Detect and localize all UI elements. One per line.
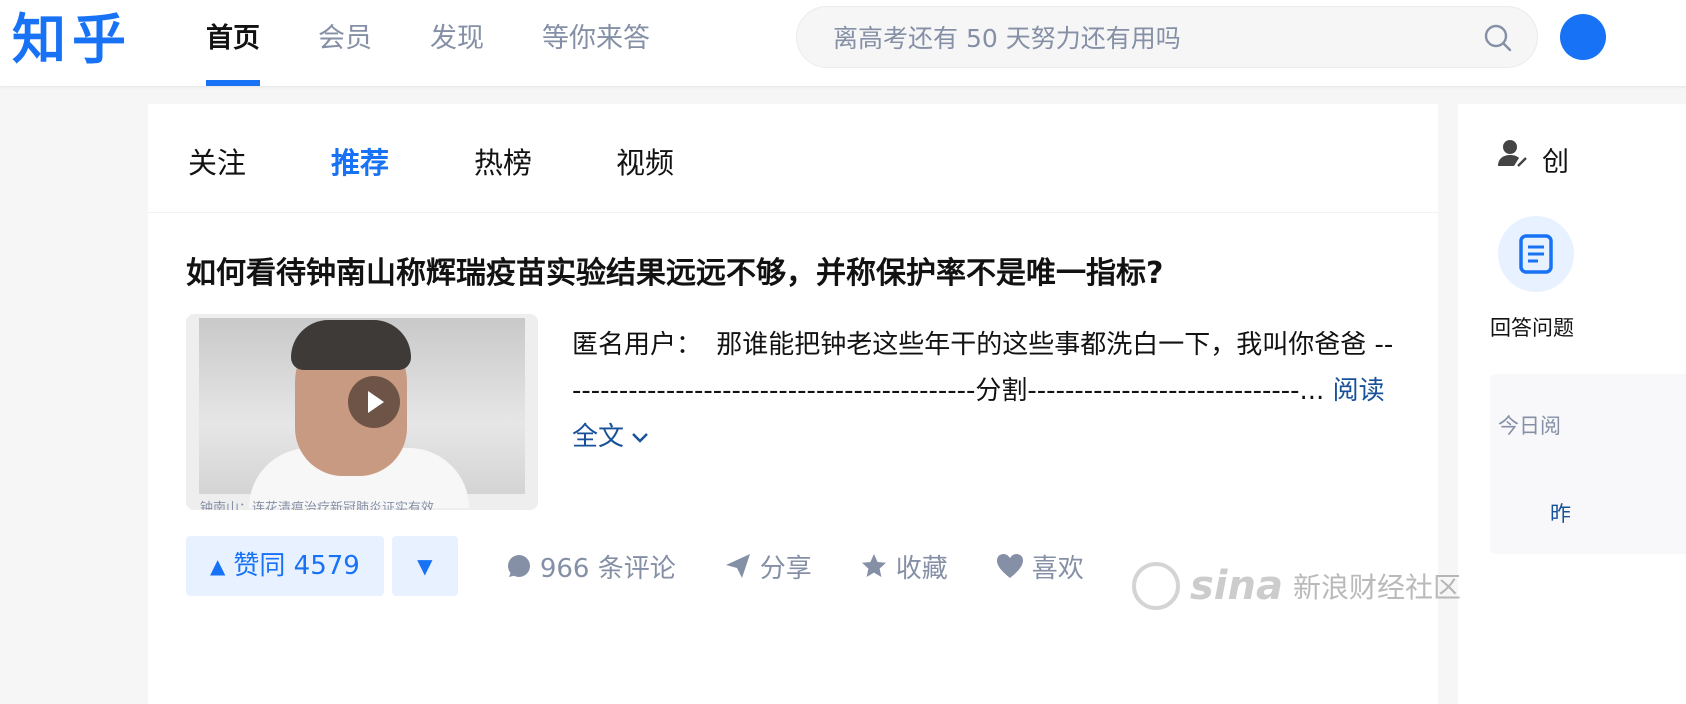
comments-button[interactable]: 966 条评论 [506, 548, 676, 585]
like-button[interactable]: 喜欢 [996, 548, 1084, 585]
share-icon [725, 554, 750, 578]
triangle-up-icon: ▲ [210, 554, 226, 578]
answer-excerpt[interactable]: 匿名用户： 那谁能把钟老这些年干的这些事都洗白一下，我叫你爸爸 --------… [572, 322, 1402, 460]
question-title[interactable]: 如何看待钟南山称辉瑞疫苗实验结果远远不够，并称保护率不是唯一指标? [186, 248, 1163, 292]
thumbnail-caption: 钟南山：连花清瘟治疗新冠肺炎证实有效 [200, 501, 435, 510]
tab-following[interactable]: 关注 [188, 140, 246, 182]
answer-question-label[interactable]: 回答问题 [1490, 312, 1574, 342]
vote-up-label: 赞同 4579 [233, 551, 360, 581]
chevron-down-icon [632, 432, 648, 443]
vote-up-button[interactable]: ▲ 赞同 4579 [186, 536, 384, 596]
like-label: 喜欢 [1031, 553, 1084, 584]
favorite-label: 收藏 [895, 553, 948, 584]
search-box [796, 6, 1538, 69]
answer-question-button[interactable] [1498, 216, 1574, 292]
tab-hot-list[interactable]: 热榜 [474, 140, 532, 182]
reading-stats-panel [1490, 374, 1686, 554]
document-icon [1519, 234, 1553, 274]
triangle-down-icon: ▼ [417, 554, 433, 578]
star-icon [861, 554, 886, 577]
eye-logo-icon [1132, 562, 1180, 610]
comment-icon [507, 555, 530, 577]
video-thumbnail[interactable]: 钟南山：连花清瘟治疗新冠肺炎证实有效 [186, 314, 538, 510]
sina-watermark: sina 新浪财经社区 [1132, 556, 1461, 616]
nav-discover[interactable]: 发现 [430, 0, 484, 86]
search-icon[interactable] [1483, 23, 1513, 53]
tab-video[interactable]: 视频 [616, 140, 674, 182]
feed-tabs: 关注 推荐 热榜 视频 [148, 104, 1438, 213]
zhihu-logo[interactable]: 知乎 [12, 4, 132, 76]
answer-author: 匿名用户： [572, 330, 703, 360]
top-header: 知乎 首页 会员 发现 等你来答 [0, 0, 1686, 86]
comments-label: 966 条评论 [539, 553, 676, 584]
creator-center-title[interactable]: 创 [1542, 140, 1569, 179]
user-edit-icon [1498, 140, 1527, 167]
main-nav: 首页 会员 发现 等你来答 [206, 0, 708, 86]
sina-logo: sina [1190, 563, 1283, 609]
nav-home[interactable]: 首页 [206, 0, 260, 86]
tab-recommend[interactable]: 推荐 [331, 140, 389, 182]
search-input[interactable] [831, 7, 1465, 69]
nav-membership[interactable]: 会员 [318, 0, 372, 86]
thumbnail-image [199, 318, 525, 508]
heart-icon [996, 554, 1023, 578]
nav-waiting-answers[interactable]: 等你来答 [542, 0, 650, 86]
avatar[interactable] [1560, 14, 1606, 60]
creator-sidebar: 创 回答问题 今日阅 昨 [1458, 104, 1686, 704]
yesterday-label: 昨 [1550, 502, 1571, 526]
vote-down-button[interactable]: ▼ [391, 536, 458, 596]
share-button[interactable]: 分享 [724, 548, 812, 585]
watermark-text: 新浪财经社区 [1293, 571, 1462, 604]
favorite-button[interactable]: 收藏 [860, 548, 948, 585]
play-icon[interactable] [348, 376, 400, 428]
share-label: 分享 [759, 553, 812, 584]
action-bar: ▲ 赞同 4579 ▼ 966 条评论 分享 收藏 喜欢 [186, 536, 1084, 596]
today-reads-label: 今日阅 [1498, 414, 1561, 438]
